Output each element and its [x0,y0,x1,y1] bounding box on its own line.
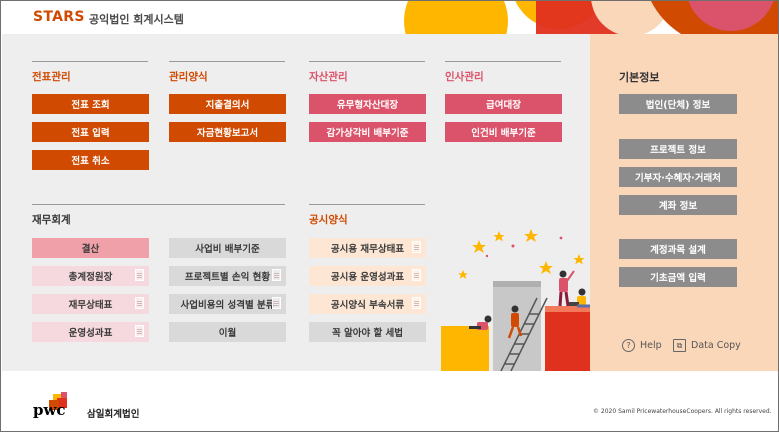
button-label: 공시용 재무상태표 [330,244,405,255]
button-label: 총계정원장 [68,272,113,283]
button-label: 사업비용의 성격별 분류 [180,300,275,311]
balance-sheet-button[interactable]: 재무상태표 [32,294,149,314]
button-label: 공시용 운영성과표 [330,272,405,283]
labor-cost-allocation-button[interactable]: 인건비 배부기준 [445,122,562,142]
project-cost-allocation-button[interactable]: 사업비 배부기준 [169,238,286,258]
project-info-button[interactable]: 프로젝트 정보 [619,139,737,159]
operating-statement-button[interactable]: 운영성과표 [32,322,149,342]
divider [309,61,425,62]
star-icon [458,229,585,279]
copyright-text: © 2020 Samil PricewaterhouseCoopers. All… [593,408,772,415]
help-label: Help [640,340,662,351]
divider [309,204,425,205]
basic-info-panel: 기본정보 법인(단체) 정보 프로젝트 정보 기부자·수혜자·거래처 계좌 정보… [590,34,778,371]
button-label: 재무상태표 [68,300,113,311]
document-icon [412,269,421,281]
section-title-voucher: 전표관리 [32,71,71,83]
disclosure-balance-sheet-button[interactable]: 공시용 재무상태표 [309,238,426,258]
disclosure-attachments-button[interactable]: 공시양식 부속서류 [309,294,426,314]
divider [32,204,285,205]
divider [32,61,148,62]
button-label: 사업비 배부기준 [195,244,260,255]
document-icon [135,269,144,281]
section-title-forms: 관리양식 [169,71,208,83]
opening-balance-button[interactable]: 기초금액 입력 [619,267,737,287]
firm-name: 삼일회계법인 [87,409,140,420]
footer: pwc 삼일회계법인 © 2020 Samil PricewaterhouseC… [1,371,778,431]
document-icon [412,297,421,309]
divider [445,61,561,62]
payroll-ledger-button[interactable]: 급여대장 [445,94,562,114]
voucher-entry-button[interactable]: 전표 입력 [32,122,149,142]
fund-status-report-button[interactable]: 자금현황보고서 [169,122,286,142]
button-label: 프로젝트별 손익 현황 [184,272,271,283]
cost-nature-classification-button[interactable]: 사업비용의 성격별 분류 [169,294,286,314]
document-icon [412,241,421,253]
person-standing [558,270,575,307]
voucher-view-button[interactable]: 전표 조회 [32,94,149,114]
data-copy-label: Data Copy [691,340,741,351]
question-icon: ? [622,339,635,352]
button-label: 꼭 알아야 할 세법 [331,328,404,339]
document-icon [135,297,144,309]
carryover-button[interactable]: 이월 [169,322,286,342]
button-label: 결산 [81,244,100,255]
app-subtitle: 공익법인 회계시스템 [89,13,184,26]
section-title-finance: 재무회계 [32,214,71,226]
disclosure-operating-statement-button[interactable]: 공시용 운영성과표 [309,266,426,286]
section-title-hr: 인사관리 [445,71,484,83]
general-ledger-button[interactable]: 총계정원장 [32,266,149,286]
expense-resolution-button[interactable]: 지출결의서 [169,94,286,114]
document-icon [135,325,144,337]
red-block [545,306,591,371]
illustration [441,229,591,371]
header-decoration [404,1,778,34]
section-title-assets: 자산관리 [309,71,348,83]
button-label: 공시양식 부속서류 [330,300,405,311]
voucher-cancel-button[interactable]: 전표 취소 [32,150,149,170]
app-window: STARS 공익법인 회계시스템 전표관리 전표 조회 전표 입력 전표 취소 … [0,0,779,432]
pwc-logo-text: pwc [33,401,66,419]
project-pnl-button[interactable]: 프로젝트별 손익 현황 [169,266,286,286]
account-info-button[interactable]: 계좌 정보 [619,195,737,215]
tax-law-guide-button[interactable]: 꼭 알아야 할 세법 [309,322,426,342]
button-label: 운영성과표 [68,328,113,339]
section-title-disclosure: 공시양식 [309,214,348,226]
help-button[interactable]: ? Help [622,339,662,352]
document-icon [272,269,281,281]
divider [169,61,285,62]
copy-icon: ⧉ [673,339,686,352]
chart-of-accounts-button[interactable]: 계정과목 설계 [619,239,737,259]
yellow-block [441,326,489,371]
brand-title: STARS [33,9,85,25]
button-label: 이월 [218,328,237,339]
asset-ledger-button[interactable]: 유무형자산대장 [309,94,426,114]
closing-button[interactable]: 결산 [32,238,149,258]
person-laptop [569,288,591,308]
data-copy-button[interactable]: ⧉ Data Copy [673,339,741,352]
document-icon [272,297,281,309]
depreciation-allocation-button[interactable]: 감가상각비 배부기준 [309,122,426,142]
donor-beneficiary-vendor-button[interactable]: 기부자·수혜자·거래처 [619,167,737,187]
header: STARS 공익법인 회계시스템 [1,1,778,34]
corporation-info-button[interactable]: 법인(단체) 정보 [619,94,737,114]
section-title-basic: 기본정보 [619,71,660,84]
